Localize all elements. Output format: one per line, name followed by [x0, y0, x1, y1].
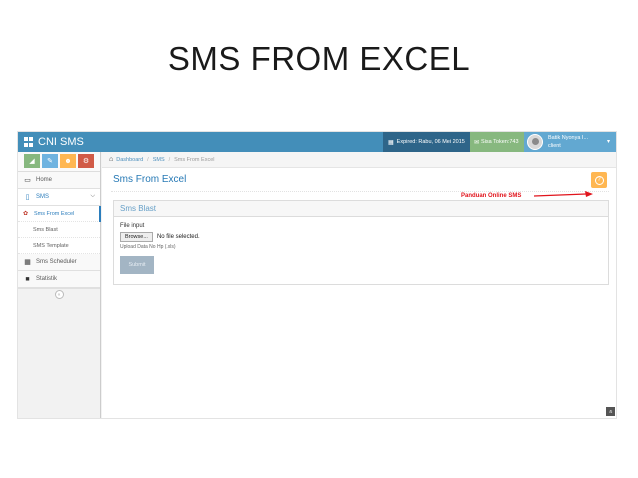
calendar-icon: ▦ — [388, 139, 394, 146]
sidebar-subitem-sms-template[interactable]: SMS Template — [18, 238, 100, 254]
sidebar-shortcuts: ◢ ✎ ☻ ⚙ — [18, 152, 100, 172]
breadcrumb-separator: / — [168, 156, 171, 163]
breadcrumb-dashboard[interactable]: Dashboard — [116, 157, 143, 163]
sidebar-subitem-sms-from-excel[interactable]: ✿ Sms From Excel — [18, 206, 101, 222]
sidebar-subitem-label: Sms Blast — [33, 226, 58, 233]
breadcrumb-sms[interactable]: SMS — [153, 157, 165, 163]
home-icon: ⌂ — [109, 156, 114, 163]
sidebar-item-label: Home — [36, 177, 53, 183]
navbar: CNI SMS ▦ Expired: Rabu, 06 Mei 2015 ✉ S… — [18, 132, 616, 152]
question-icon: ? — [594, 175, 604, 185]
user-role: client — [548, 143, 561, 149]
token-badge[interactable]: ✉ Sisa Token:743 — [470, 132, 524, 152]
grid-icon — [24, 137, 34, 147]
scroll-up-button[interactable]: « — [606, 407, 615, 416]
token-label: Sisa Token:743 — [481, 139, 519, 145]
user-name: Batik Nyonya I... — [548, 135, 589, 141]
signal-icon[interactable]: ◢ — [24, 154, 40, 168]
breadcrumb-current: Sms From Excel — [174, 156, 215, 163]
sidebar-item-label: Sms Scheduler — [36, 259, 77, 265]
sidebar-item-sms[interactable]: ▯ SMS ⌵ — [18, 189, 100, 206]
sidebar-item-statistik[interactable]: ■ Statistik — [18, 271, 100, 288]
chevron-down-icon: ⌵ — [90, 193, 95, 199]
help-button[interactable]: ? — [591, 172, 607, 188]
sidebar-subitem-label: Sms From Excel — [34, 210, 75, 217]
sidebar-item-label: SMS — [36, 194, 50, 200]
file-status: No file selected. — [156, 234, 200, 240]
breadcrumb: ⌂ Dashboard / SMS / Sms From Excel — [102, 152, 616, 168]
sms-blast-widget: Sms Blast File input Browse... No file s… — [113, 200, 609, 285]
sidebar-item-home[interactable]: ▭ Home — [18, 172, 100, 189]
pencil-icon[interactable]: ✎ — [42, 154, 58, 168]
sidebar-collapse: « — [18, 288, 100, 300]
sidebar-item-sms-scheduler[interactable]: ▦ Sms Scheduler — [18, 254, 100, 271]
widget-title: Sms Blast — [114, 201, 608, 217]
users-icon[interactable]: ☻ — [60, 154, 76, 168]
sidebar-subitem-sms-blast[interactable]: Sms Blast — [18, 222, 100, 238]
sidebar: ◢ ✎ ☻ ⚙ ▭ Home ▯ SMS ⌵ ✿ Sms From Excel … — [18, 152, 101, 418]
brand-label: CNI SMS — [38, 136, 84, 148]
sidebar-item-label: Statistik — [36, 276, 58, 282]
main-content: ⌂ Dashboard / SMS / Sms From Excel Sms F… — [102, 152, 616, 418]
breadcrumb-separator: / — [147, 156, 149, 163]
widget-body: File input Browse... No file selected. U… — [114, 217, 608, 280]
tablet-icon: ▯ — [25, 194, 30, 201]
expired-label: Expired: Rabu, 06 Mei 2015 — [396, 139, 465, 145]
app-window: CNI SMS ▦ Expired: Rabu, 06 Mei 2015 ✉ S… — [17, 131, 617, 419]
folder-icon: ■ — [25, 275, 30, 283]
brand[interactable]: CNI SMS — [24, 135, 84, 149]
expired-badge[interactable]: ▦ Expired: Rabu, 06 Mei 2015 — [383, 132, 470, 152]
double-angle-left-icon[interactable]: « — [54, 290, 64, 299]
cogs-icon[interactable]: ⚙ — [78, 154, 94, 168]
avatar — [527, 134, 543, 150]
desktop-icon: ▭ — [24, 177, 31, 184]
page-title: Sms From Excel — [113, 174, 187, 185]
page-header: Sms From Excel ? — [111, 168, 609, 192]
bug-icon: ✿ — [23, 211, 29, 217]
annotation-label: Panduan Online SMS — [461, 193, 522, 199]
browse-button[interactable]: Browse... — [120, 232, 153, 242]
file-input-label: File input — [120, 223, 145, 229]
user-menu[interactable]: Batik Nyonya I... client ▾ — [524, 132, 616, 152]
submit-button[interactable]: Submit — [120, 256, 154, 274]
calendar-icon: ▦ — [24, 259, 31, 266]
envelope-icon: ✉ — [474, 139, 480, 146]
file-input: Browse... No file selected. — [120, 232, 602, 242]
sidebar-subitem-label: SMS Template — [33, 242, 69, 249]
upload-help-text: Upload Data No Hp (.xls) — [120, 244, 176, 250]
caret-down-icon: ▾ — [607, 139, 611, 145]
annotation-arrow — [534, 191, 593, 197]
slide-title: SMS FROM EXCEL — [167, 40, 471, 77]
